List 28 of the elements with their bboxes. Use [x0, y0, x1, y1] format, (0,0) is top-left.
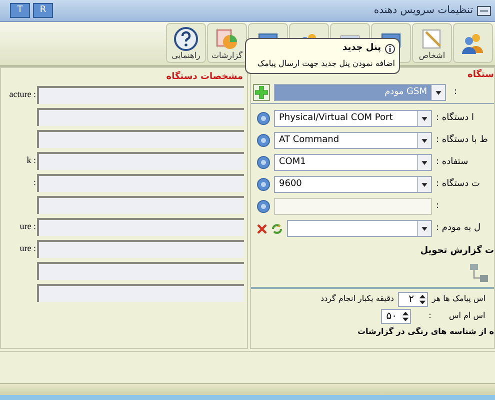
dropdown-value: مودم GSM: [384, 88, 428, 97]
field-label: : ستفاده: [436, 156, 470, 169]
section-title: ت گزارش تحویل: [420, 245, 494, 258]
field-label: ure :: [20, 242, 36, 256]
field-label: ure :: [20, 220, 36, 234]
field-label: : ل به مودم: [436, 222, 482, 235]
field-label: : ت دستگاه: [436, 178, 481, 191]
field-label: :: [436, 200, 440, 213]
dropdown-value: Physical/Virtual COM Port: [278, 114, 394, 123]
interval-suffix: دقیقه یکبار انجام گردد: [320, 293, 394, 305]
field-label: :: [453, 86, 458, 99]
tooltip-text: اضافه نمودن پنل جدید جهت ارسال پیامک: [257, 58, 395, 70]
dropdown-value: COM1: [278, 158, 307, 167]
dropdown-value: AT Command: [278, 136, 340, 145]
field-label: acture :: [9, 88, 36, 102]
field-label: k :: [26, 154, 36, 168]
sms-label: اس ام اس: [449, 310, 486, 322]
window-title: تنظیمات سرویس دهنده: [374, 4, 473, 18]
dropdown-value: 9600: [278, 180, 303, 189]
field-label: :: [33, 176, 36, 190]
panel-title: ستگاه: [466, 68, 494, 82]
panel-title: مشخصات دستگاه: [166, 70, 243, 84]
field-label: : ا دستگاه: [436, 112, 475, 125]
interval-label: اس پیامک ها هر: [432, 293, 486, 305]
color-note: ه از شناسه های رنگی در گزارشات: [358, 326, 494, 338]
field-label: :: [428, 310, 432, 322]
tooltip-title: پنل جدید: [342, 42, 381, 55]
field-label: : ط با دستگاه: [436, 134, 489, 147]
